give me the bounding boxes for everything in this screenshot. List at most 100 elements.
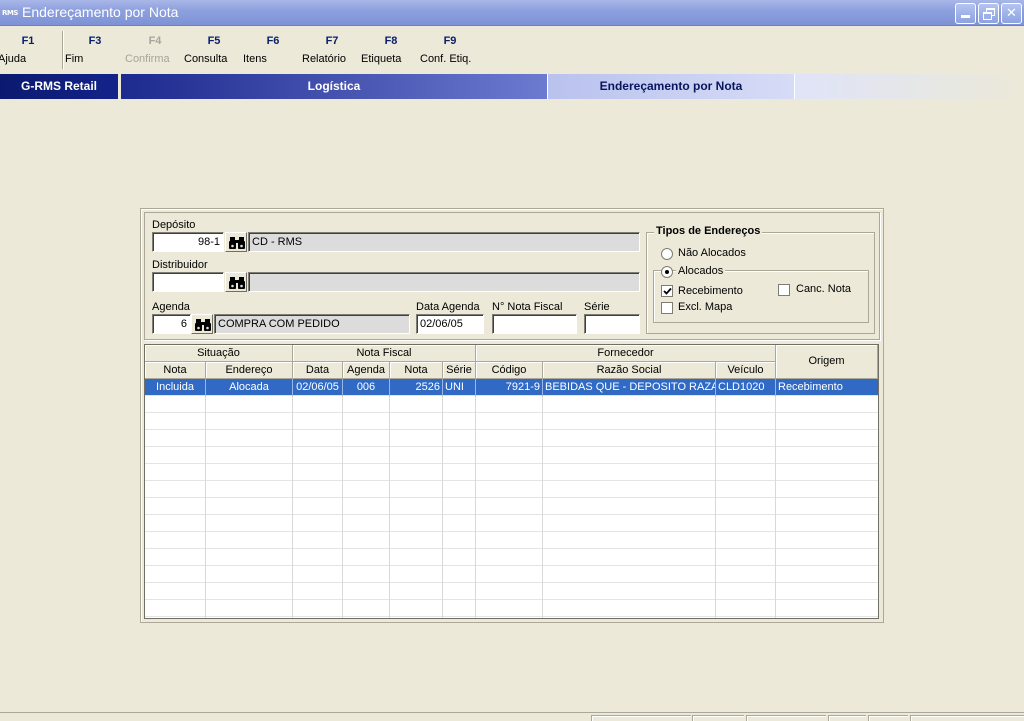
- agenda-code-input[interactable]: 6: [152, 314, 191, 334]
- close-button[interactable]: ✕: [1001, 3, 1022, 24]
- f4-confirma-button[interactable]: F4 Confirma: [125, 35, 185, 65]
- breadcrumb-app: G-RMS Retail: [0, 74, 120, 99]
- column-divider: [342, 549, 343, 566]
- column-divider: [775, 396, 776, 413]
- cell-agenda: 006: [343, 379, 390, 396]
- nota-fiscal-input[interactable]: [492, 314, 577, 334]
- column-divider: [715, 617, 716, 618]
- deposito-search-button[interactable]: [225, 232, 247, 252]
- column-header-nota[interactable]: Nota: [145, 362, 206, 379]
- column-divider: [475, 413, 476, 430]
- status-pane: [828, 715, 866, 721]
- agenda-search-button[interactable]: [191, 314, 213, 334]
- column-divider: [442, 447, 443, 464]
- empty-table-row: [145, 413, 878, 430]
- column-divider: [715, 481, 716, 498]
- column-divider: [542, 447, 543, 464]
- recebimento-checkbox[interactable]: [661, 285, 673, 297]
- column-header-agenda[interactable]: Agenda: [343, 362, 390, 379]
- empty-table-row: [145, 566, 878, 583]
- cell-data: 02/06/05: [293, 379, 343, 396]
- cell-serie: UNI: [443, 379, 476, 396]
- column-divider: [342, 413, 343, 430]
- column-divider: [389, 532, 390, 549]
- table-row[interactable]: Incluida Alocada 02/06/05 006 2526 UNI 7…: [145, 379, 878, 396]
- column-divider: [205, 430, 206, 447]
- empty-table-row: [145, 617, 878, 618]
- data-agenda-input[interactable]: 02/06/05: [416, 314, 484, 334]
- group-header-fornecedor: Fornecedor: [476, 345, 776, 362]
- f1-ajuda-button[interactable]: F1 Ajuda: [0, 35, 58, 65]
- column-header-nf-nota[interactable]: Nota: [390, 362, 443, 379]
- distribuidor-code-input[interactable]: [152, 272, 224, 292]
- empty-table-row: [145, 396, 878, 413]
- deposito-code-input[interactable]: 98-1: [152, 232, 224, 252]
- column-divider: [715, 549, 716, 566]
- column-divider: [292, 617, 293, 618]
- f6-itens-button[interactable]: F6 Itens: [243, 35, 303, 65]
- restore-button[interactable]: [978, 3, 999, 24]
- fkey-caption: Fim: [65, 53, 84, 65]
- column-header-codigo[interactable]: Código: [476, 362, 543, 379]
- column-header-endereco[interactable]: Endereço: [206, 362, 293, 379]
- group-header-situacao: Situação: [145, 345, 293, 362]
- column-header-razao-social[interactable]: Razão Social: [543, 362, 716, 379]
- nao-alocados-radio[interactable]: [661, 248, 673, 260]
- serie-label: Série: [584, 301, 610, 313]
- fkey-caption: Confirma: [125, 53, 170, 65]
- f8-etiqueta-button[interactable]: F8 Etiqueta: [361, 35, 421, 65]
- column-divider: [542, 532, 543, 549]
- column-divider: [292, 447, 293, 464]
- column-header-serie[interactable]: Série: [443, 362, 476, 379]
- column-divider: [775, 600, 776, 617]
- column-header-veiculo[interactable]: Veículo: [716, 362, 776, 379]
- canc-nota-checkbox[interactable]: [778, 284, 790, 296]
- column-divider: [475, 549, 476, 566]
- column-divider: [442, 600, 443, 617]
- column-divider: [475, 515, 476, 532]
- column-divider: [342, 498, 343, 515]
- status-bar: [0, 712, 1024, 721]
- column-divider: [292, 549, 293, 566]
- column-header-origem[interactable]: Origem: [776, 345, 878, 379]
- alocados-label: Alocados: [676, 265, 726, 277]
- fkey-label: F5: [207, 35, 221, 47]
- column-divider: [342, 617, 343, 618]
- fkey-label: F9: [443, 35, 457, 47]
- column-divider: [715, 430, 716, 447]
- distribuidor-search-button[interactable]: [225, 272, 247, 292]
- column-divider: [342, 481, 343, 498]
- cell-razao-social: BEBIDAS QUE - DEPOSITO RAZAO: [543, 379, 716, 396]
- column-divider: [205, 515, 206, 532]
- column-divider: [292, 583, 293, 600]
- f5-consulta-button[interactable]: F5 Consulta: [184, 35, 244, 65]
- column-divider: [292, 498, 293, 515]
- column-divider: [775, 532, 776, 549]
- column-divider: [542, 396, 543, 413]
- column-divider: [542, 583, 543, 600]
- column-divider: [205, 583, 206, 600]
- excl-mapa-label: Excl. Mapa: [678, 301, 733, 313]
- column-header-data[interactable]: Data: [293, 362, 343, 379]
- distribuidor-label: Distribuidor: [152, 259, 208, 271]
- status-pane: [591, 715, 691, 721]
- column-divider: [389, 583, 390, 600]
- breadcrumb: G-RMS Retail Logística Endereçamento por…: [0, 74, 1024, 99]
- column-divider: [775, 566, 776, 583]
- column-divider: [715, 566, 716, 583]
- breadcrumb-module: Logística: [121, 74, 547, 99]
- column-divider: [442, 396, 443, 413]
- serie-input[interactable]: [584, 314, 640, 334]
- minimize-button[interactable]: [955, 3, 976, 24]
- f7-relatorio-button[interactable]: F7 Relatório: [302, 35, 362, 65]
- excl-mapa-checkbox[interactable]: [661, 302, 673, 314]
- f3-fim-button[interactable]: F3 Fim: [65, 35, 125, 65]
- cell-nota: Incluida: [145, 379, 206, 396]
- fkey-label: F3: [88, 35, 102, 47]
- column-divider: [205, 617, 206, 618]
- f9-conf-etiq-button[interactable]: F9 Conf. Etiq.: [420, 35, 480, 65]
- column-divider: [775, 515, 776, 532]
- alocados-radio[interactable]: [661, 266, 673, 278]
- empty-table-row: [145, 464, 878, 481]
- column-divider: [342, 515, 343, 532]
